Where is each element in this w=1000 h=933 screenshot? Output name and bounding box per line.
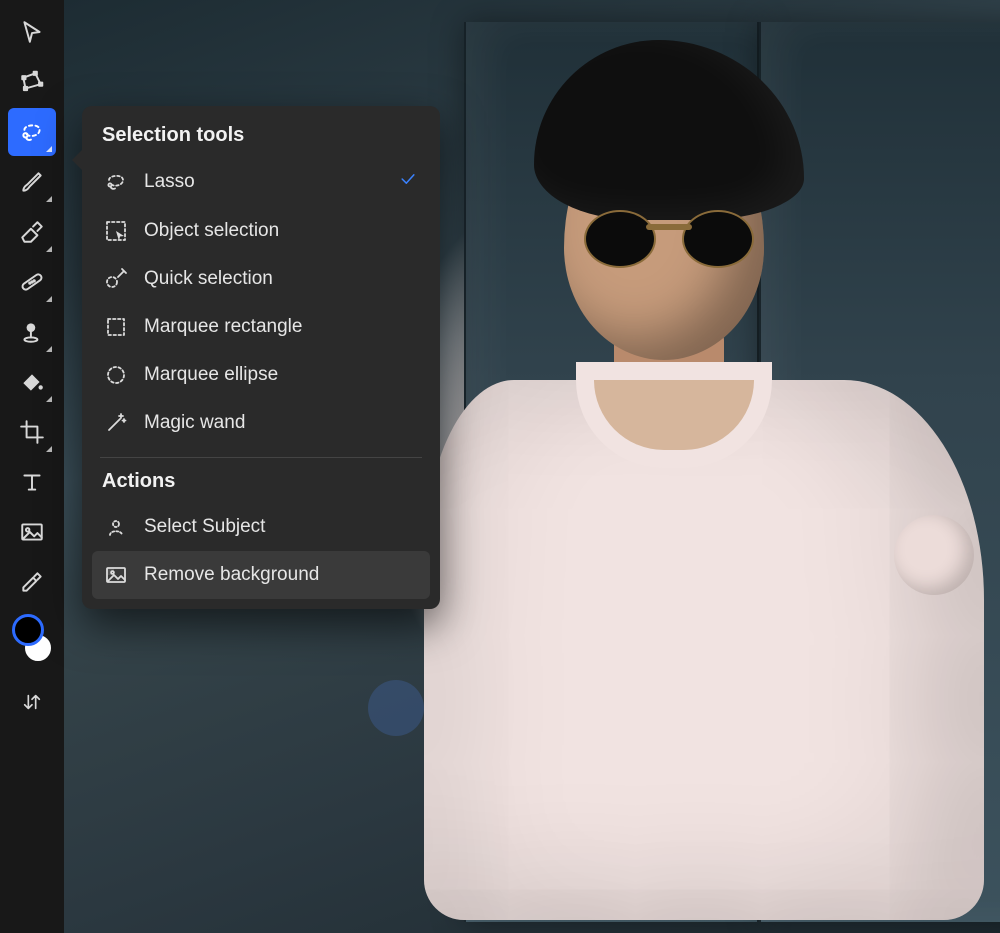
crop-tool[interactable]: [8, 408, 56, 456]
tools-toolbar: [0, 0, 64, 933]
lasso-icon: [19, 119, 45, 145]
flyout-item-object-selection[interactable]: Object selection: [92, 207, 430, 255]
flyout-divider: [100, 457, 422, 458]
check-icon: [398, 169, 418, 195]
eraser-icon: [19, 219, 45, 245]
selection-tool[interactable]: [8, 108, 56, 156]
type-tool[interactable]: [8, 458, 56, 506]
eyedropper-icon: [19, 569, 45, 595]
crop-icon: [19, 419, 45, 445]
cursor-icon: [19, 19, 45, 45]
clone-stamp-icon: [19, 319, 45, 345]
object-select-icon: [104, 219, 128, 243]
clone-tool[interactable]: [8, 308, 56, 356]
transform-tool[interactable]: [8, 58, 56, 106]
healing-tool[interactable]: [8, 258, 56, 306]
selection-tools-flyout: Selection tools Lasso Object selection Q…: [82, 106, 440, 609]
remove-bg-icon: [104, 563, 128, 587]
flyout-item-marquee-ellipse[interactable]: Marquee ellipse: [92, 351, 430, 399]
flyout-item-marquee-rectangle[interactable]: Marquee rectangle: [92, 303, 430, 351]
flyout-item-label: Remove background: [144, 564, 418, 586]
transform-icon: [19, 69, 45, 95]
lasso-icon: [104, 170, 128, 194]
flyout-item-label: Lasso: [144, 171, 382, 193]
swap-icon: [21, 691, 43, 713]
eyedropper-tool[interactable]: [8, 558, 56, 606]
bucket-icon: [19, 369, 45, 395]
eraser-tool[interactable]: [8, 208, 56, 256]
flyout-item-label: Marquee rectangle: [144, 316, 418, 338]
brush-icon: [19, 169, 45, 195]
flyout-action-remove-background[interactable]: Remove background: [92, 551, 430, 599]
photo-subject: [394, 40, 1000, 920]
quick-select-icon: [104, 267, 128, 291]
color-swatches[interactable]: [8, 614, 56, 674]
flyout-item-magic-wand[interactable]: Magic wand: [92, 399, 430, 447]
flyout-section-title: Selection tools: [92, 122, 430, 157]
magic-wand-icon: [104, 411, 128, 435]
bandage-icon: [19, 269, 45, 295]
flyout-item-label: Magic wand: [144, 412, 418, 434]
flyout-item-label: Marquee ellipse: [144, 364, 418, 386]
brush-tool[interactable]: [8, 158, 56, 206]
foreground-color-swatch[interactable]: [12, 614, 44, 646]
type-icon: [19, 469, 45, 495]
touch-cursor-indicator: [368, 680, 424, 736]
flyout-item-quick-selection[interactable]: Quick selection: [92, 255, 430, 303]
flyout-section-title: Actions: [92, 468, 430, 503]
move-tool[interactable]: [8, 8, 56, 56]
swap-colors-button[interactable]: [8, 682, 56, 722]
flyout-item-lasso[interactable]: Lasso: [92, 157, 430, 207]
flyout-item-label: Object selection: [144, 220, 418, 242]
marquee-ellipse-icon: [104, 363, 128, 387]
app-root: Selection tools Lasso Object selection Q…: [0, 0, 1000, 933]
image-icon: [19, 519, 45, 545]
flyout-action-select-subject[interactable]: Select Subject: [92, 503, 430, 551]
fill-tool[interactable]: [8, 358, 56, 406]
place-image-tool[interactable]: [8, 508, 56, 556]
flyout-item-label: Quick selection: [144, 268, 418, 290]
marquee-rect-icon: [104, 315, 128, 339]
select-subject-icon: [104, 515, 128, 539]
flyout-item-label: Select Subject: [144, 516, 418, 538]
